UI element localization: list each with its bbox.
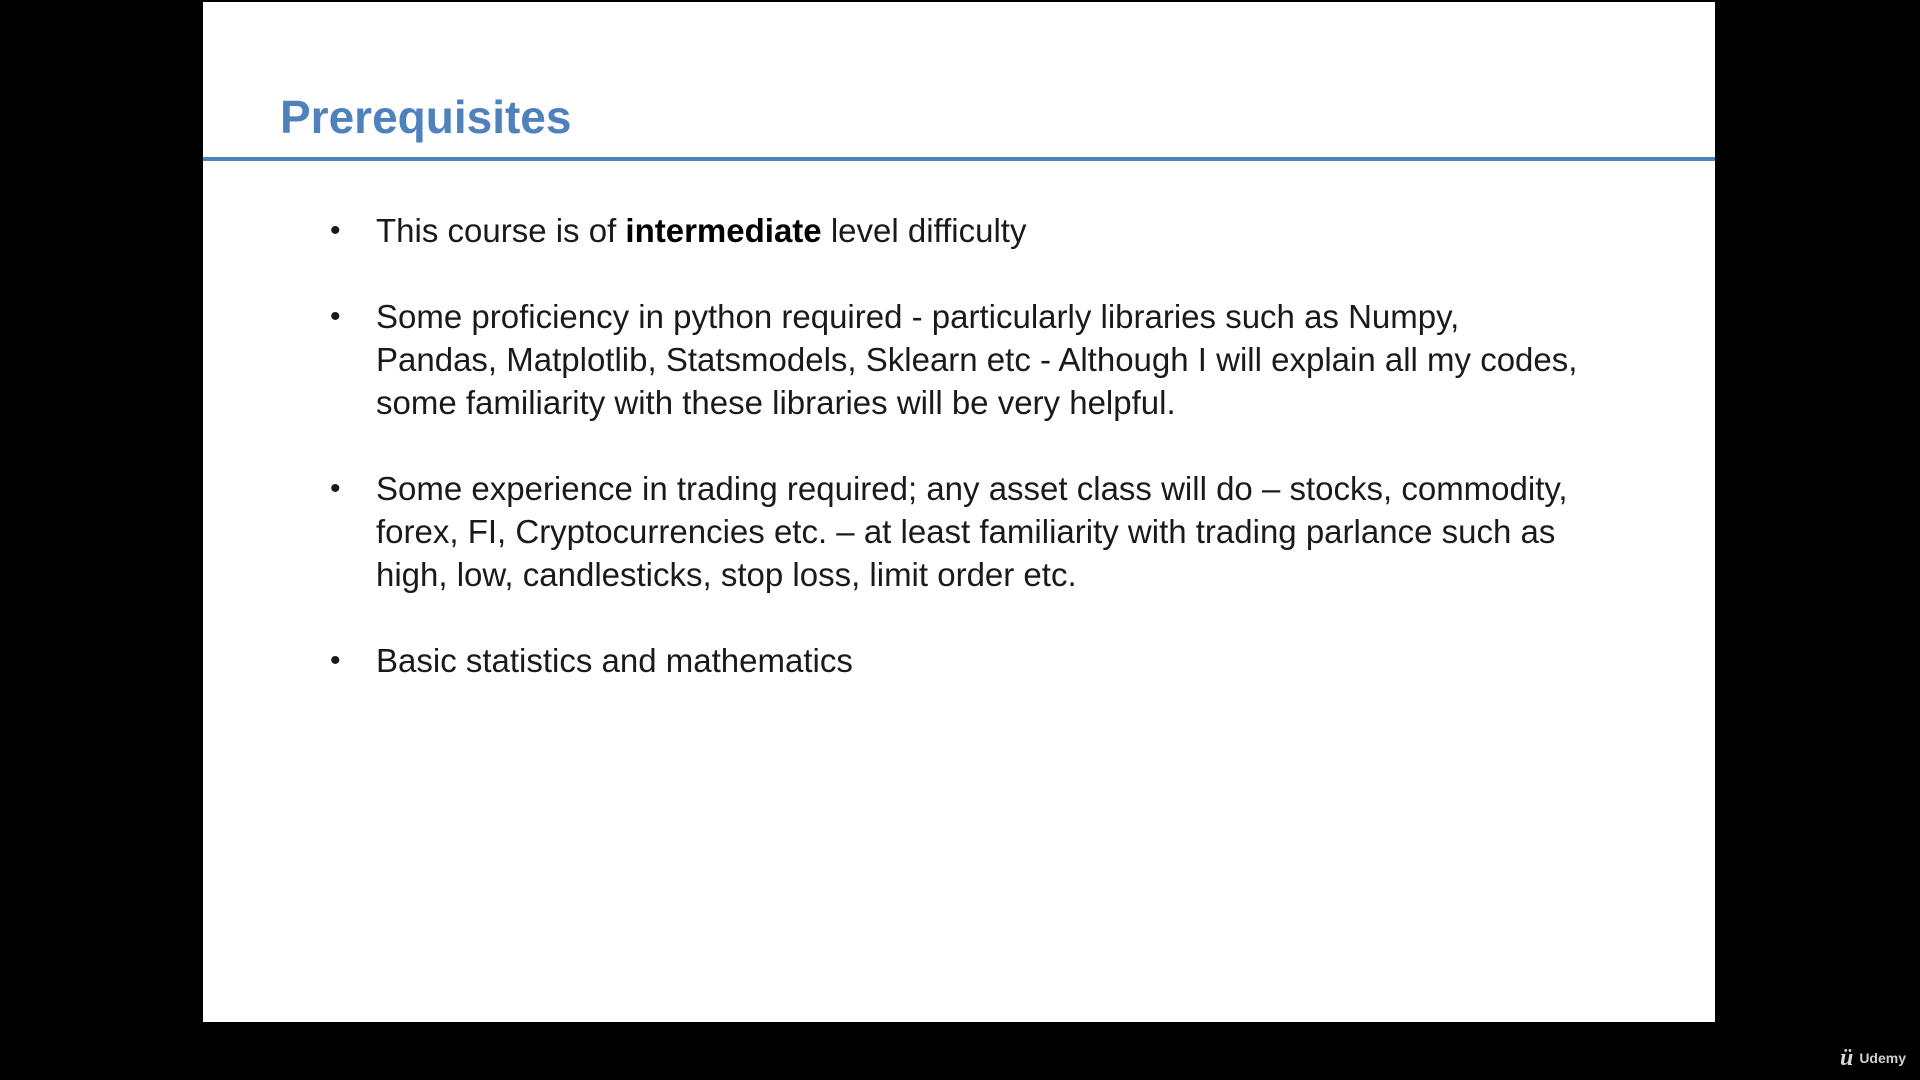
bullet-item-difficulty: • This course is of intermediate level d… xyxy=(203,209,1586,252)
bullet-icon: • xyxy=(330,214,341,247)
bullet-text-bold: intermediate xyxy=(625,212,822,249)
udemy-logo-icon: ü xyxy=(1839,1045,1854,1071)
bullet-text: Basic statistics and mathematics xyxy=(376,642,853,679)
bullet-text: Some experience in trading required; any… xyxy=(376,470,1568,593)
bullet-text-pre: This course is of xyxy=(376,212,626,249)
bullet-text-post: level difficulty xyxy=(821,212,1027,249)
slide-title: Prerequisites xyxy=(280,91,572,143)
bullet-list: • This course is of intermediate level d… xyxy=(203,209,1586,725)
udemy-brand-label: Udemy xyxy=(1859,1050,1906,1066)
bullet-item-math: • Basic statistics and mathematics xyxy=(203,639,1586,682)
bullet-text: Some proficiency in python required - pa… xyxy=(376,298,1578,421)
udemy-watermark: ü Udemy xyxy=(1839,1045,1906,1071)
bullet-icon: • xyxy=(330,472,341,505)
slide: Prerequisites • This course is of interm… xyxy=(203,2,1715,1022)
bullet-icon: • xyxy=(330,644,341,677)
bullet-item-python: • Some proficiency in python required - … xyxy=(203,295,1586,424)
bullet-icon: • xyxy=(330,300,341,333)
title-divider xyxy=(203,157,1715,161)
video-frame: Prerequisites • This course is of interm… xyxy=(0,0,1920,1080)
bullet-item-trading: • Some experience in trading required; a… xyxy=(203,467,1586,596)
